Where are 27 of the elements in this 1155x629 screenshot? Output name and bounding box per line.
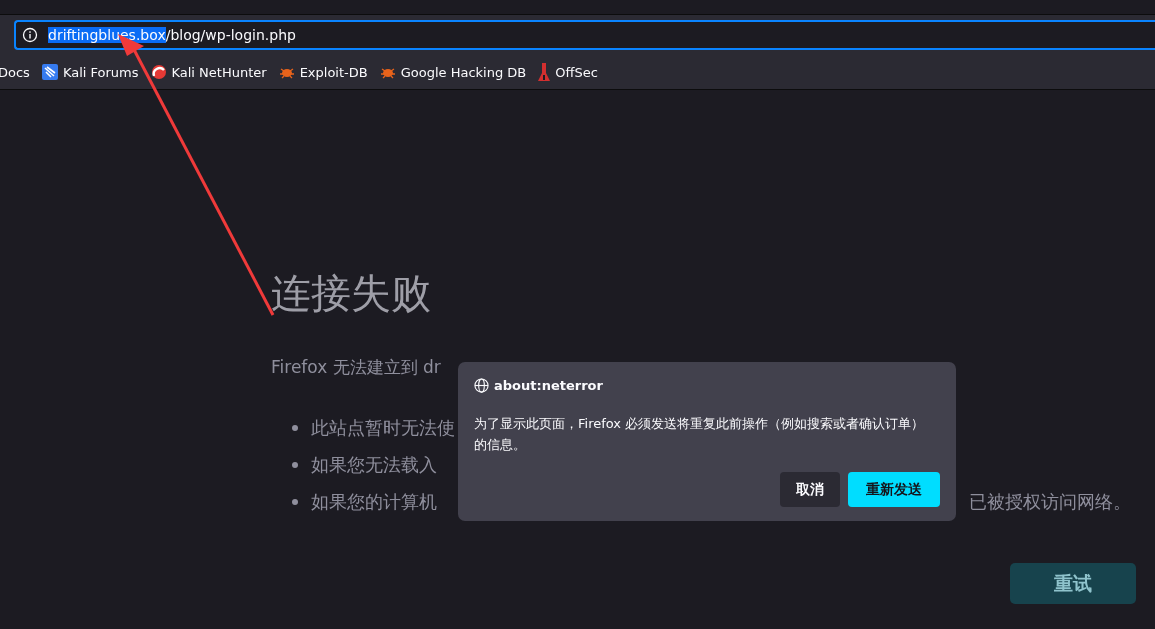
dialog-message: 为了显示此页面，Firefox 必须发送将重复此前操作（例如搜索或者确认订单）的信息。 (474, 415, 926, 454)
bookmark-item[interactable]: OffSec (538, 63, 598, 81)
error-description: Firefox 无法建立到 dr (271, 356, 442, 379)
dragon-icon (41, 64, 58, 80)
bookmark-item[interactable]: Kali Forums (41, 64, 139, 80)
bullet-icon (292, 461, 298, 468)
bullet-icon (292, 424, 298, 431)
cancel-button[interactable]: 取消 (780, 472, 840, 507)
dialog-title: about:neterror (494, 378, 603, 393)
bullet-icon (292, 498, 298, 505)
bullet-text: 此站点暂时无法使 (311, 416, 455, 440)
globe-icon (474, 378, 489, 393)
bullet-text: 已被授权访问网络。 (969, 490, 1131, 514)
bookmark-item[interactable]: Exploit-DB (278, 64, 368, 80)
resend-button[interactable]: 重新发送 (848, 472, 940, 507)
bullet-text: 如果您的计算机 (311, 490, 437, 514)
address-bar[interactable]: driftingblues.box/blog/wp-login.php (14, 20, 1155, 50)
bullet-text: 如果您无法载入 (311, 453, 437, 477)
info-icon[interactable] (22, 27, 38, 43)
bookmark-item[interactable]: Google Hacking DB (379, 64, 527, 80)
error-title: 连接失败 (271, 269, 432, 318)
retry-button[interactable]: 重试 (1010, 563, 1136, 604)
bookmark-item[interactable]: Kali NetHunter (150, 64, 267, 80)
tower-icon (538, 63, 551, 81)
nethunter-icon (150, 64, 167, 80)
bookmark-item[interactable]: Docs (0, 64, 30, 80)
url-text: driftingblues.box/blog/wp-login.php (48, 27, 296, 43)
